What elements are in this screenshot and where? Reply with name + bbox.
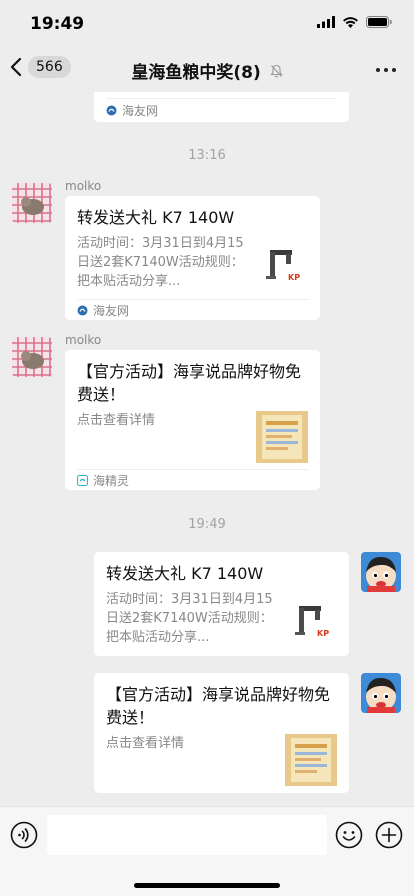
card-source: 海精灵 bbox=[77, 469, 308, 490]
chat-title-text: 皇海鱼粮中奖(8) bbox=[131, 63, 261, 83]
avatar[interactable] bbox=[12, 183, 52, 223]
source-logo-icon bbox=[106, 105, 117, 116]
timestamp: 13:16 bbox=[188, 148, 226, 163]
chat-header: 566 皇海鱼粮中奖(8) bbox=[0, 48, 414, 92]
source-logo-icon bbox=[77, 305, 88, 316]
link-card[interactable]: 转发送大礼 K7 140W 活动时间：3月31日到4月15日送2套K7140W活… bbox=[65, 196, 320, 320]
link-card[interactable]: 【官方活动】海享说品牌好物免费送！ 点击查看详情 bbox=[94, 673, 349, 793]
link-card[interactable]: 转发送大礼 K7 140W 活动时间：3月31日到4月15日送2套K7140W活… bbox=[94, 552, 349, 656]
input-bar bbox=[0, 806, 414, 896]
svg-text:KP: KP bbox=[288, 273, 300, 282]
avatar[interactable] bbox=[12, 337, 52, 377]
emoji-icon[interactable] bbox=[335, 821, 363, 853]
voice-icon[interactable] bbox=[10, 821, 38, 853]
wifi-icon bbox=[343, 17, 358, 28]
plus-icon[interactable] bbox=[375, 821, 403, 853]
sender-name: molko bbox=[65, 179, 102, 193]
card-source: 海友网 bbox=[77, 299, 308, 320]
avatar[interactable] bbox=[361, 552, 401, 592]
more-icon[interactable] bbox=[376, 68, 396, 72]
battery-icon bbox=[366, 16, 392, 28]
status-bar: 19:49 bbox=[0, 0, 414, 48]
link-card[interactable]: 【官方活动】海享说品牌好物免费送！ 点击查看详情 海精灵 bbox=[65, 350, 320, 490]
message-input[interactable] bbox=[47, 815, 327, 855]
card-title: 【官方活动】海享说品牌好物免费送！ bbox=[106, 685, 331, 727]
link-card[interactable]: 海友网 bbox=[94, 92, 349, 122]
card-thumbnail: KP bbox=[256, 244, 308, 296]
avatar[interactable] bbox=[361, 673, 401, 713]
card-description: 点击查看详情 bbox=[106, 736, 185, 751]
card-source: 海友网 bbox=[106, 98, 337, 122]
card-title: 转发送大礼 K7 140W bbox=[77, 208, 235, 227]
card-description: 活动时间：3月31日到4月15日送2套K7140W活动规则：把本贴活动分享... bbox=[77, 236, 244, 289]
signal-icon bbox=[317, 16, 335, 28]
card-title: 转发送大礼 K7 140W bbox=[106, 564, 264, 583]
svg-text:KP: KP bbox=[317, 629, 329, 638]
home-indicator bbox=[134, 883, 280, 888]
card-thumbnail: KP bbox=[285, 600, 337, 652]
card-thumbnail bbox=[256, 411, 308, 463]
sender-name: molko bbox=[65, 333, 102, 347]
card-title: 【官方活动】海享说品牌好物免费送！ bbox=[77, 362, 302, 404]
chat-title: 皇海鱼粮中奖(8) bbox=[0, 58, 414, 83]
status-time: 19:49 bbox=[30, 14, 85, 34]
card-description: 点击查看详情 bbox=[77, 413, 156, 428]
chat-area[interactable]: 海友网 13:16 molko 转发送大礼 K7 140W 活动时间：3月31日… bbox=[0, 92, 414, 806]
source-logo-icon bbox=[77, 474, 88, 486]
timestamp: 19:49 bbox=[188, 517, 226, 532]
mute-bell-icon bbox=[270, 63, 283, 83]
status-icons bbox=[317, 16, 392, 28]
card-thumbnail bbox=[285, 734, 337, 786]
card-description: 活动时间：3月31日到4月15日送2套K7140W活动规则：把本贴活动分享... bbox=[106, 592, 273, 645]
